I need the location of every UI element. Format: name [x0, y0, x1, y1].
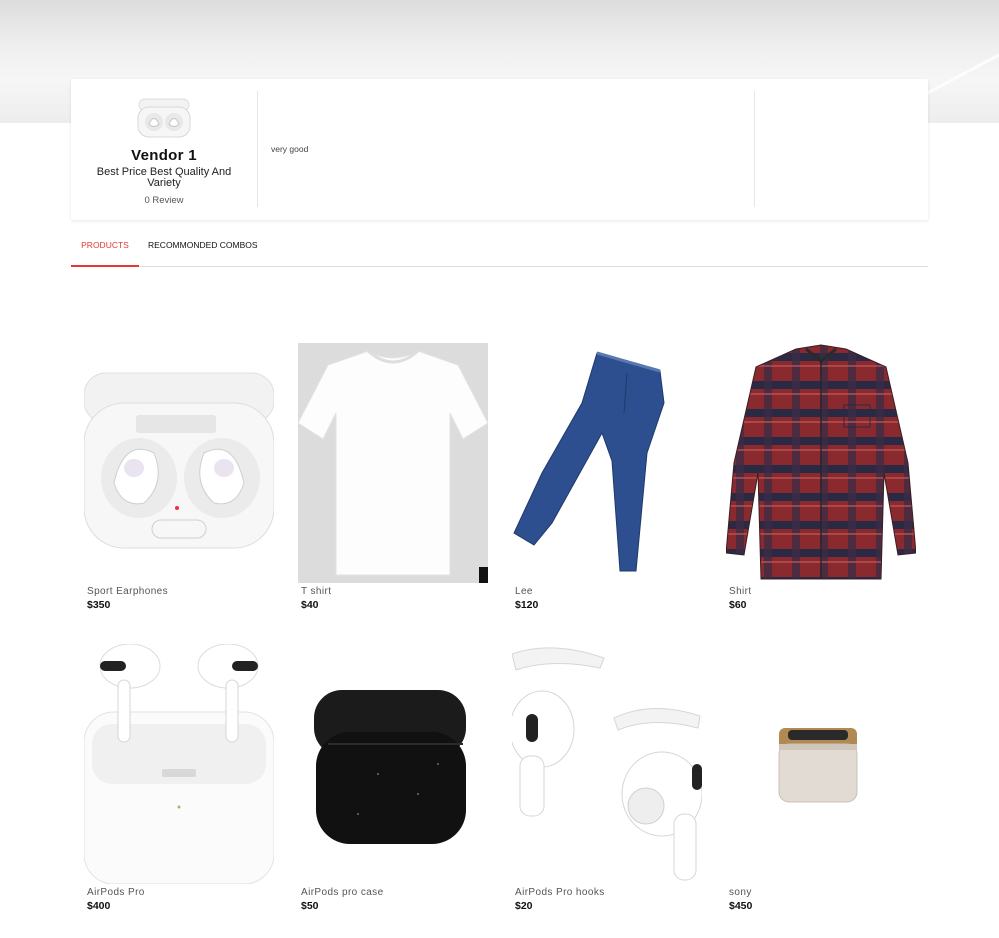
product-price: $400: [87, 900, 111, 912]
vendor-description: very good: [271, 144, 309, 154]
airpods-case-cover-image: [314, 690, 466, 844]
product-name: Shirt: [729, 586, 752, 597]
plaid-shirt-image: [726, 344, 916, 580]
vendor-logo: [137, 98, 191, 138]
product-name: Sport Earphones: [87, 586, 169, 597]
product-card[interactable]: T shirt $40: [298, 343, 488, 618]
product-name: AirPods Pro: [87, 887, 145, 898]
vendor-card: Vendor 1 Best Price Best Quality And Var…: [71, 79, 928, 220]
airpods-hooks-image: [512, 647, 702, 881]
product-card[interactable]: AirPods Pro hooks $20: [512, 644, 702, 919]
product-price: $60: [729, 599, 747, 611]
vendor-review-count[interactable]: 0 Review: [71, 195, 257, 206]
product-price: $450: [729, 900, 753, 912]
airpods-pro-image: [84, 644, 274, 884]
product-name: AirPods Pro hooks: [515, 887, 605, 898]
product-card[interactable]: Lee $120: [512, 343, 702, 618]
product-price: $40: [301, 599, 319, 611]
tshirt-image: [298, 343, 488, 583]
product-name: sony: [729, 887, 752, 898]
product-price: $120: [515, 599, 539, 611]
product-card[interactable]: Sport Earphones $350: [84, 343, 274, 618]
product-price: $350: [87, 599, 111, 611]
product-name: T shirt: [301, 586, 332, 597]
earbuds-case-image: [84, 372, 274, 549]
vendor-name: Vendor 1: [131, 147, 197, 164]
tab-products[interactable]: PRODUCTS: [71, 226, 139, 267]
product-price: $50: [301, 900, 319, 912]
product-price: $20: [515, 900, 533, 912]
product-card[interactable]: Shirt $60: [726, 343, 916, 618]
vendor-tabs: PRODUCTS RECOMMONDED COMBOS: [71, 226, 928, 267]
tab-recommended-combos[interactable]: RECOMMONDED COMBOS: [148, 226, 258, 265]
product-name: Lee: [515, 586, 533, 597]
vendor-description-panel: very good: [258, 91, 755, 207]
product-card[interactable]: AirPods pro case $50: [298, 644, 488, 919]
product-card[interactable]: AirPods Pro $400: [84, 644, 274, 919]
sony-earbuds-image: [778, 728, 858, 803]
vendor-tagline: Best Price Best Quality And Variety: [96, 166, 232, 189]
jeans-image: [513, 351, 665, 572]
product-card[interactable]: sony $450: [726, 644, 916, 919]
vendor-profile: Vendor 1 Best Price Best Quality And Var…: [71, 91, 258, 207]
product-name: AirPods pro case: [301, 887, 384, 898]
